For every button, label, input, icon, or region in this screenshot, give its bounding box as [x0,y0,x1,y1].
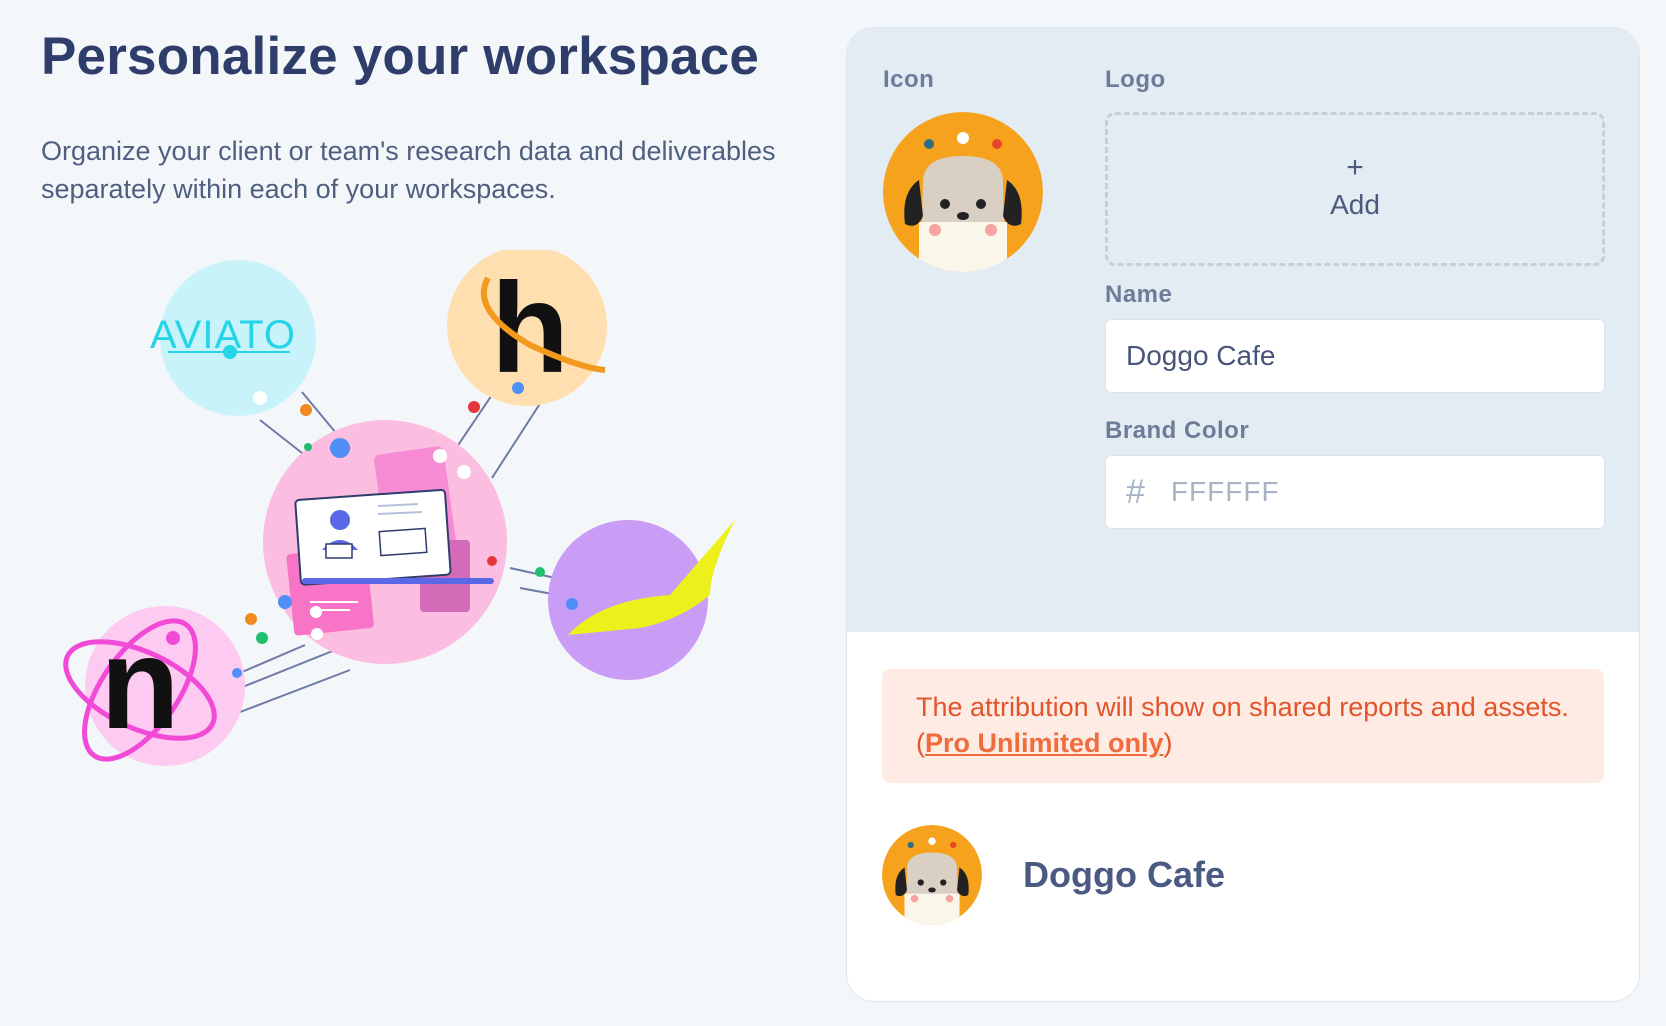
preview-avatar [882,825,982,925]
name-label: Name [1105,281,1173,308]
intro-section: Personalize your workspace Organize your… [0,0,820,1026]
workspaces-illustration: AVIATO h n [63,250,735,766]
workspace-name-input[interactable]: Doggo Cafe [1105,319,1605,393]
logo-add-label: Add [1330,189,1380,220]
logo-upload-dropzone[interactable]: + Add [1105,112,1605,266]
logo-label: Logo [1105,66,1166,93]
page-title: Personalize your workspace [41,27,760,86]
notice-suffix: ) [1163,728,1173,758]
workspace-name-value: Doggo Cafe [1126,340,1276,371]
brand-color-placeholder: FFFFFF [1170,476,1280,507]
attribution-notice: The attribution will show on shared repo… [882,669,1604,783]
page-subtitle: Organize your client or team's research … [41,136,776,204]
pro-unlimited-link[interactable]: Pro Unlimited only [925,728,1164,758]
hash-icon: # [1126,472,1145,511]
aviato-logo: AVIATO [150,313,296,357]
workspace-icon-avatar[interactable] [883,112,1043,272]
icon-label: Icon [883,66,935,93]
brand-color-input[interactable]: # FFFFFF [1105,455,1605,529]
preview-workspace-name: Doggo Cafe [1023,854,1225,895]
n-logo: n [100,610,179,756]
workspace-settings-panel: Icon Logo + Add Name Doggo Cafe Brand Co… [846,27,1640,1002]
branding-form: Icon Logo + Add Name Doggo Cafe Brand Co… [847,28,1639,632]
plus-icon: + [1346,151,1364,184]
brand-color-label: Brand Color [1105,417,1250,444]
